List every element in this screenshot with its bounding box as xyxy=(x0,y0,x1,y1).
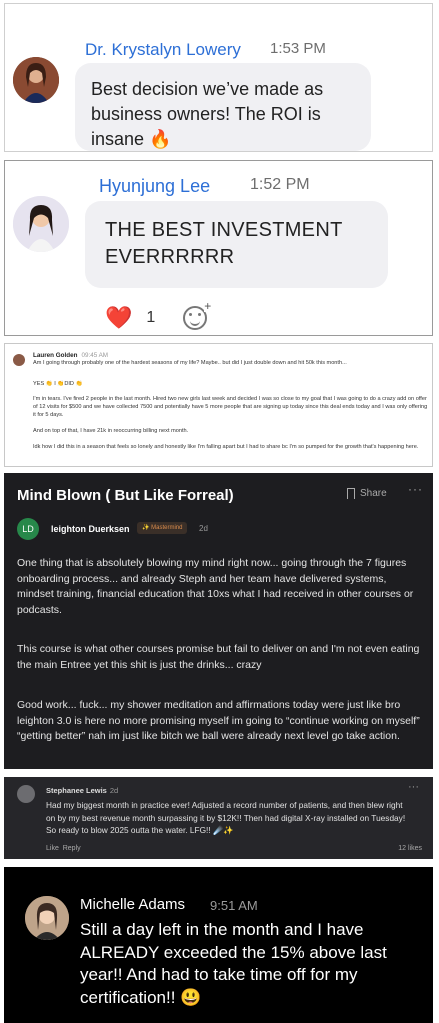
avatar: LD xyxy=(17,518,39,540)
avatar xyxy=(13,354,25,366)
reply-button[interactable]: Reply xyxy=(63,845,81,852)
post-author: Lauren Golden 09:45 AM xyxy=(33,352,108,359)
post-title: Mind Blown ( But Like Forreal) xyxy=(17,487,234,504)
community-post-leighton: Mind Blown ( But Like Forreal) Share ···… xyxy=(4,473,433,769)
comment-stephanee: Stephanee Lewis 2d ··· Had my biggest mon… xyxy=(4,777,433,859)
comment-text: Had my biggest month in practice ever! A… xyxy=(46,800,406,835)
timestamp: 2d xyxy=(109,786,119,795)
mastermind-badge: ✨ Mastermind xyxy=(137,522,188,534)
add-emoji-icon[interactable]: + xyxy=(183,300,212,330)
timestamp: 1:52 PM xyxy=(250,176,310,193)
testimonial-card-hyunjung: Hyunjung Lee 1:52 PM THE BEST INVESTMENT… xyxy=(4,160,433,336)
message-bubble: THE BEST INVESTMENT EVERRRRRR xyxy=(85,201,388,288)
post-text-line: Am I going through probably one of the h… xyxy=(33,360,347,366)
comment-actions: Like Reply xyxy=(46,845,81,852)
avatar xyxy=(13,196,69,252)
reaction-count: 1 xyxy=(146,309,156,326)
timestamp: 09:45 AM xyxy=(81,352,109,359)
bookmark-icon[interactable] xyxy=(347,488,355,499)
more-options-icon[interactable]: ··· xyxy=(408,781,419,793)
like-count: 12 likes xyxy=(398,845,422,852)
sender-name: Hyunjung Lee xyxy=(99,176,211,196)
timestamp: 9:51 AM xyxy=(210,898,258,913)
timestamp: 2d xyxy=(199,524,208,533)
post-text-line: YES 👏 I 👏DID 👏 xyxy=(33,381,83,387)
author-name: Stephanee Lewis xyxy=(46,786,107,795)
reaction-bar: ❤️ 1 + xyxy=(105,300,212,330)
more-options-icon[interactable]: ··· xyxy=(408,482,423,496)
comment-author: Stephanee Lewis 2d xyxy=(46,786,118,795)
avatar xyxy=(25,896,69,940)
testimonial-card-michelle: Michelle Adams 9:51 AM Still a day left … xyxy=(4,867,433,1023)
post-text-line: And on top of that, I have 21k in reoccu… xyxy=(33,428,189,434)
post-paragraph: This course is what other courses promis… xyxy=(17,643,420,671)
avatar xyxy=(17,785,35,803)
community-post-lauren: Lauren Golden 09:45 AM Am I going through… xyxy=(4,343,433,467)
share-button[interactable]: Share xyxy=(360,488,387,499)
post-paragraph: Good work... fuck... my shower meditatio… xyxy=(17,699,420,742)
like-button[interactable]: Like xyxy=(46,845,59,852)
message-text: Still a day left in the month and I have… xyxy=(80,920,387,1007)
author-name[interactable]: leighton Duerksen xyxy=(51,524,130,534)
message-bubble: Best decision we’ve made as business own… xyxy=(75,63,371,151)
sender-name: Michelle Adams xyxy=(80,896,186,913)
sender-name: Dr. Krystalyn Lowery xyxy=(85,40,241,59)
timestamp: 1:53 PM xyxy=(270,40,326,57)
testimonial-card-krystalyn: Dr. Krystalyn Lowery 1:53 PM Best decisi… xyxy=(4,3,433,152)
author-name: Lauren Golden xyxy=(33,352,78,359)
post-text-line: I'm in tears. I've fired 2 people in the… xyxy=(33,396,428,418)
post-paragraph: One thing that is absolutely blowing my … xyxy=(17,557,414,616)
post-text-line: Idk how I did this in a season that feel… xyxy=(33,444,419,450)
heart-reaction-icon[interactable]: ❤️ xyxy=(105,307,132,329)
avatar xyxy=(13,57,59,103)
